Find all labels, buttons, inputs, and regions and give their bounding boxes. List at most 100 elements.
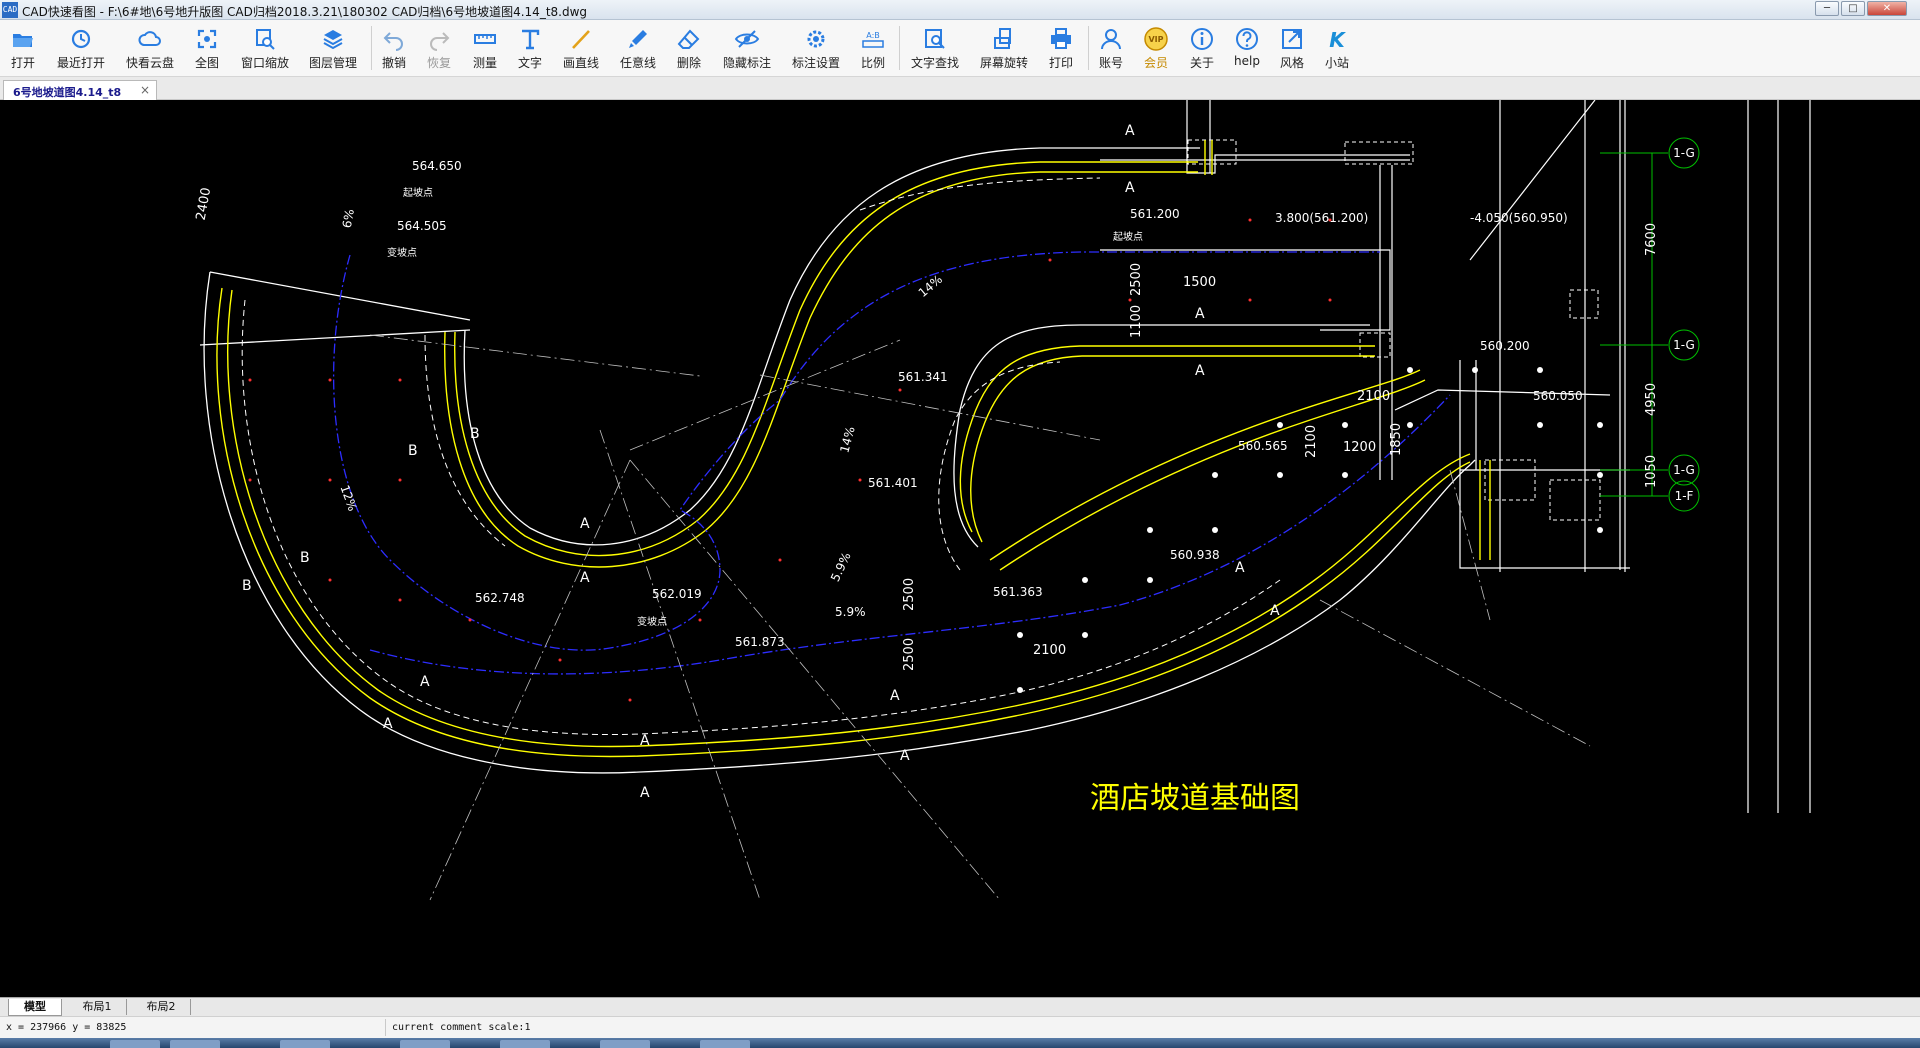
elevation-label: 560.938 (1170, 548, 1220, 562)
vip-icon: VIP (1144, 27, 1168, 51)
dimension-label: 1050 (1644, 455, 1659, 488)
section-mark: A (1125, 123, 1135, 139)
toolbar-separator (1088, 26, 1089, 70)
elevation-label: 560.050 (1533, 389, 1583, 403)
delete-button[interactable]: 删除 (674, 23, 704, 73)
site-button[interactable]: K 小站 (1322, 23, 1352, 73)
cloud-disk-button[interactable]: 快看云盘 (123, 23, 177, 73)
scale-ratio-button[interactable]: A:B 比例 (858, 23, 888, 73)
taskbar-item[interactable] (170, 1040, 220, 1048)
slope-label: 14% (837, 425, 857, 454)
brush-icon (629, 30, 647, 48)
maximize-button[interactable]: □ (1841, 1, 1865, 16)
annotation-settings-button[interactable]: 标注设置 (789, 23, 843, 73)
layout-tab-model[interactable]: 模型 (8, 999, 62, 1016)
taskbar-item[interactable] (500, 1040, 550, 1048)
print-button[interactable]: 打印 (1046, 23, 1076, 73)
layers-icon (323, 30, 343, 50)
measure-button[interactable]: 测量 (470, 23, 500, 73)
layer-manager-button[interactable]: 图层管理 (306, 23, 360, 73)
about-button[interactable]: 关于 (1187, 23, 1217, 73)
elevation-note: 起坡点 (1113, 230, 1143, 243)
layout-tab-2[interactable]: 布局2 (132, 999, 191, 1015)
taskbar-item[interactable] (400, 1040, 450, 1048)
axis-label: 1-G (1673, 146, 1695, 160)
cad-drawing: 564.650 564.505 561.200 3.800(561.200) -… (194, 100, 1811, 901)
layout-tab-bar: 模型 布局1 布局2 (0, 997, 1920, 1016)
layout-tab-1[interactable]: 布局1 (68, 999, 127, 1015)
find-text-icon (925, 29, 945, 49)
ramp-outline (199, 147, 1476, 774)
slope-label: 14% (916, 272, 945, 300)
minimize-button[interactable]: ─ (1815, 1, 1839, 16)
history-icon (71, 29, 91, 49)
elevation-note: 变坡点 (637, 615, 667, 628)
draw-line-button[interactable]: 画直线 (560, 23, 602, 73)
membership-button[interactable]: VIP 会员 (1141, 23, 1171, 73)
site-glyph: K (1329, 28, 1346, 52)
screen-rotate-button[interactable]: 屏幕旋转 (977, 23, 1031, 73)
style-icon (1282, 29, 1302, 49)
slope-label: 12% (337, 483, 359, 513)
help-button[interactable]: help (1232, 23, 1262, 73)
rotate-icon (994, 28, 1011, 49)
redo-button[interactable]: 恢复 (424, 23, 454, 73)
undo-icon (383, 32, 403, 51)
eraser-icon (677, 29, 700, 49)
taskbar-item[interactable] (280, 1040, 330, 1048)
dimension-label: 1500 (1183, 275, 1216, 290)
toolbar-separator (899, 26, 900, 70)
section-mark: A (900, 748, 910, 764)
close-window-button[interactable]: ✕ (1867, 1, 1907, 16)
dimension-label: 1200 (1343, 440, 1376, 455)
drawing-canvas[interactable]: 564.650 564.505 561.200 3.800(561.200) -… (0, 100, 1920, 997)
dimension-label: 2500 (902, 638, 917, 671)
document-tab[interactable]: 6号地坡道图4.14_t8 × (3, 80, 157, 100)
cursor-coordinates: x = 237966 y = 83825 (6, 1022, 127, 1033)
taskbar-item[interactable] (700, 1040, 750, 1048)
section-mark: B (470, 426, 480, 442)
section-mark: A (640, 733, 650, 749)
full-view-button[interactable]: 全图 (192, 23, 222, 73)
column-markers (1187, 139, 1601, 521)
k-logo-icon: K (1329, 28, 1346, 52)
printer-icon (1051, 28, 1071, 49)
document-tab-label: 6号地坡道图4.14_t8 (13, 86, 122, 99)
undo-button[interactable]: 撤销 (379, 23, 409, 73)
elevation-note: 起坡点 (403, 186, 433, 199)
elevation-label: 561.341 (898, 370, 948, 384)
ramp-centerline (332, 251, 1451, 675)
building-outline (1100, 100, 1811, 813)
user-icon (1101, 29, 1121, 50)
status-divider (385, 1019, 386, 1036)
toolbar-separator (371, 26, 372, 70)
elevation-label: 564.650 (412, 159, 462, 173)
dimension-label: 4950 (1644, 383, 1659, 416)
elevation-label: 561.200 (1130, 207, 1180, 221)
elevation-labels: 564.650 564.505 561.200 3.800(561.200) -… (397, 159, 1583, 649)
taskbar-item[interactable] (600, 1040, 650, 1048)
style-button[interactable]: 风格 (1277, 23, 1307, 73)
open-button[interactable]: 打开 (6, 23, 40, 73)
account-button[interactable]: 账号 (1096, 23, 1126, 73)
freehand-line-button[interactable]: 任意线 (617, 23, 659, 73)
construction-lines (369, 334, 1591, 901)
elevation-label: 562.019 (652, 587, 702, 601)
window-title: CAD快速看图 - F:\6#地\6号地升版图 CAD归档2018.3.21\1… (22, 5, 588, 19)
recent-open-button[interactable]: 最近打开 (54, 23, 108, 73)
slope-label: 6% (340, 208, 357, 229)
axis-bubble-labels: 1-G 1-G 1-G 1-F (1673, 146, 1695, 503)
section-mark: A (1195, 363, 1205, 379)
hide-annotations-button[interactable]: 隐藏标注 (720, 23, 774, 73)
close-tab-icon[interactable]: × (140, 83, 150, 97)
window-zoom-button[interactable]: 窗口缩放 (238, 23, 292, 73)
find-text-button[interactable]: 文字查找 (908, 23, 962, 73)
elevation-label: 3.800(561.200) (1275, 211, 1368, 225)
pile-markers (248, 218, 1332, 702)
document-tab-bar: 6号地坡道图4.14_t8 × (0, 77, 1920, 100)
text-button[interactable]: 文字 (515, 23, 545, 73)
section-mark: A (890, 688, 900, 704)
ratio-glyph: A:B (866, 31, 880, 40)
taskbar-item[interactable] (110, 1040, 160, 1048)
ruler-icon (474, 34, 496, 44)
